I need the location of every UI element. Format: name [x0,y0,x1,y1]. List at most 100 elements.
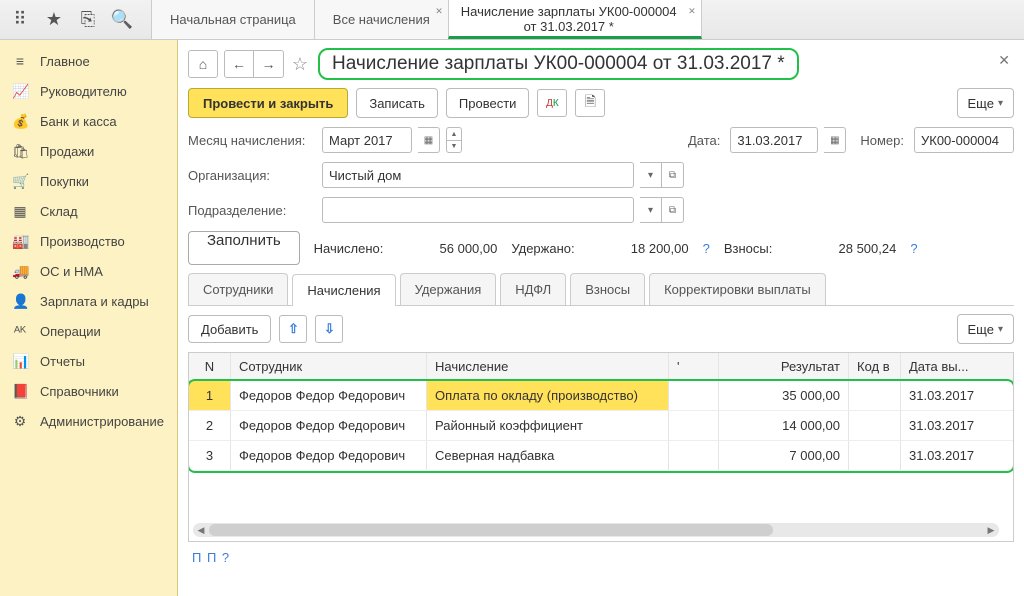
more-button[interactable]: Еще [957,88,1014,118]
close-page-icon[interactable]: ✕ [998,52,1010,69]
org-select[interactable]: Чистый дом [322,162,634,188]
save-button[interactable]: Записать [356,88,438,118]
number-input[interactable]: УК00-000004 [914,127,1014,153]
sidebar-item[interactable]: 📊Отчеты [0,346,177,376]
sidebar-item[interactable]: 📈 Руководителю [0,76,177,106]
th-result[interactable]: Результат [719,353,849,380]
favorite-icon[interactable]: ☆ [290,54,310,74]
sidebar-item[interactable]: 🛍Продажи [0,136,177,166]
sidebar-item[interactable]: 🏭Производство [0,226,177,256]
sidebar-item[interactable]: ᴬᴷОперации [0,316,177,346]
help-icon[interactable]: ? [910,241,917,256]
row-org: Организация: Чистый дом ▾ ⧉ [188,161,1014,189]
date-input[interactable]: 31.03.2017 [730,127,818,153]
table-row[interactable]: 1Федоров Федор ФедоровичОплата по окладу… [189,381,1013,411]
dept-select[interactable] [322,197,634,223]
th-code[interactable]: Код в [849,353,901,380]
cell-accrual: Районный коэффициент [427,411,669,440]
add-button[interactable]: Добавить [188,315,271,343]
inner-tab[interactable]: Удержания [400,273,497,305]
table: N Сотрудник Начисление ' Результат Код в… [188,352,1014,542]
chevron-up-icon[interactable]: ▲ [446,127,462,140]
help-icon[interactable]: ? [703,241,710,256]
cell-code [849,441,901,470]
sidebar-icon: 📈 [12,83,28,100]
horizontal-scrollbar[interactable]: ◀ ▶ [193,523,999,537]
cell-date: 31.03.2017 [901,381,981,410]
calendar-icon[interactable]: ▦ [824,127,846,153]
sidebar-item[interactable]: ▦Склад [0,196,177,226]
open-ref-icon[interactable]: ⧉ [662,197,684,223]
forward-button[interactable]: → [254,50,284,78]
chevron-down-icon[interactable]: ▾ [640,162,662,188]
post-close-button[interactable]: Провести и закрыть [188,88,348,118]
move-down-button[interactable]: ⇩ [315,315,343,343]
sidebar-icon: ᴬᴷ [12,323,28,339]
top-toolbar: ⠿ ★ ⎘ 🔍 Начальная страница Все начислени… [0,0,1024,40]
cell-blank [669,441,719,470]
value-contrib: 28 500,24 [786,241,896,256]
th-date[interactable]: Дата вы... [901,353,981,380]
sidebar-item[interactable]: 📕Справочники [0,376,177,406]
post-button[interactable]: Провести [446,88,530,118]
cell-date: 31.03.2017 [901,441,981,470]
sidebar-item[interactable]: ≡Главное [0,46,177,76]
sidebar-item[interactable]: 🚚ОС и НМА [0,256,177,286]
sidebar-icon: ⚙ [12,413,28,430]
table-row[interactable]: 2Федоров Федор ФедоровичРайонный коэффиц… [189,411,1013,441]
inner-tab[interactable]: Начисления [292,274,395,306]
close-icon[interactable]: ✕ [435,6,443,17]
search-icon[interactable]: 🔍 [108,6,136,34]
close-icon[interactable]: ✕ [688,6,696,16]
scroll-thumb[interactable] [209,524,773,536]
inner-tab[interactable]: НДФЛ [500,273,566,305]
sidebar-item[interactable]: 🛒Покупки [0,166,177,196]
apps-icon[interactable]: ⠿ [6,6,34,34]
star-icon[interactable]: ★ [40,6,68,34]
chevron-down-icon[interactable]: ▾ [640,197,662,223]
tab-label: Начальная страница [170,12,296,27]
main: ≡Главное 📈 Руководителю 💰Банк и касса🛍Прода… [0,40,1024,596]
tab-all-accruals[interactable]: Все начисления✕ [314,0,449,39]
tab-document[interactable]: Начисление зарплаты УК00-000004 от 31.03… [448,0,702,39]
sidebar-item-label: Отчеты [40,354,85,369]
month-picker-icon[interactable]: ▦ [418,127,440,153]
fill-button[interactable]: Заполнить [188,231,300,265]
content: ✕ ⌂ ← → ☆ Начисление зарплаты УК00-00000… [178,40,1024,596]
sidebar-item-label: Руководителю [40,84,127,99]
cell-employee: Федоров Федор Федорович [231,411,427,440]
sidebar-item[interactable]: 💰Банк и касса [0,106,177,136]
move-up-button[interactable]: ⇧ [279,315,307,343]
sidebar-item-label: Зарплата и кадры [40,294,149,309]
history-icon[interactable]: ⎘ [74,6,102,34]
th-accrual[interactable]: Начисление [427,353,669,380]
home-button[interactable]: ⌂ [188,50,218,78]
sidebar-icon: 👤 [12,293,28,310]
scroll-left-icon[interactable]: ◀ [195,524,207,536]
month-input[interactable]: Март 2017 [322,127,412,153]
dk-button[interactable]: ДК [537,89,567,117]
label-withheld: Удержано: [511,241,574,256]
label-date: Дата: [688,133,720,148]
cell-n: 1 [189,381,231,410]
tab-home[interactable]: Начальная страница [151,0,315,39]
open-ref-icon[interactable]: ⧉ [662,162,684,188]
sidebar-item-label: Банк и касса [40,114,117,129]
sidebar-item[interactable]: 👤 Зарплата и кадры [0,286,177,316]
month-stepper[interactable]: ▲ ▼ [446,127,462,153]
inner-tab[interactable]: Взносы [570,273,645,305]
sidebar-item[interactable]: ⚙Администрирование [0,406,177,436]
scroll-right-icon[interactable]: ▶ [985,524,997,536]
th-n[interactable]: N [189,353,231,380]
th-blank[interactable]: ' [669,353,719,380]
inner-tab[interactable]: Корректировки выплаты [649,273,826,305]
more-button[interactable]: Еще [957,314,1014,344]
label-dept: Подразделение: [188,203,316,218]
report-button[interactable]: 🗎 [575,89,605,117]
th-employee[interactable]: Сотрудник [231,353,427,380]
table-row[interactable]: 3Федоров Федор ФедоровичСеверная надбавк… [189,441,1013,471]
sidebar-icon: 🛒 [12,173,28,190]
inner-tab[interactable]: Сотрудники [188,273,288,305]
chevron-down-icon[interactable]: ▼ [446,140,462,153]
back-button[interactable]: ← [224,50,254,78]
